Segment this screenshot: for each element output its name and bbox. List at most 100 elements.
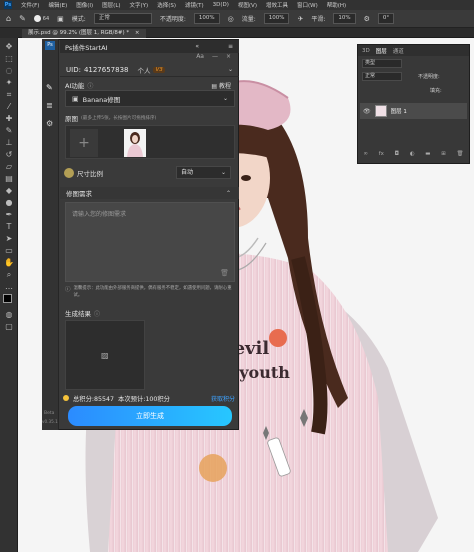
- hand-tool-icon[interactable]: ✋: [4, 258, 14, 268]
- gradient-tool-icon[interactable]: ▤: [4, 174, 14, 184]
- trash-icon[interactable]: 🗑: [220, 269, 229, 277]
- menu-item[interactable]: 文件(F): [21, 1, 39, 9]
- path-select-icon[interactable]: ➤: [4, 234, 14, 244]
- blur-tool-icon[interactable]: ◆: [4, 186, 14, 196]
- tab-layers[interactable]: 图层: [376, 47, 387, 55]
- image-placeholder-icon: ▨: [101, 351, 109, 360]
- function-select[interactable]: ▣ Banana修图 ⌄: [65, 90, 235, 107]
- smoothing-settings-icon[interactable]: ⚙: [364, 15, 370, 23]
- angle-field[interactable]: 0°: [377, 13, 395, 24]
- menu-item[interactable]: 选择(S): [157, 1, 176, 9]
- settings-icon[interactable]: ⚙: [46, 119, 53, 128]
- menu-item[interactable]: 视图(V): [238, 1, 257, 9]
- new-layer-icon[interactable]: ⊞: [441, 151, 446, 161]
- brush-tool-icon-left[interactable]: ✎: [4, 126, 14, 136]
- history-brush-icon[interactable]: ↺: [4, 150, 14, 160]
- airbrush-icon[interactable]: ✈: [297, 15, 303, 23]
- plugin-app-icon[interactable]: Ps: [45, 41, 55, 50]
- link-layers-icon[interactable]: ∞: [363, 151, 368, 161]
- plugin-side-strip: Ps ✎ ≣ ⚙ Beta v0.35.1: [42, 39, 59, 430]
- layers-mode-icon[interactable]: ≣: [46, 101, 53, 110]
- zoom-tool-icon[interactable]: ⌕: [4, 270, 14, 280]
- menu-icon[interactable]: ≡: [228, 43, 233, 50]
- fx-icon[interactable]: fx: [379, 151, 384, 161]
- home-icon[interactable]: ⌂: [6, 14, 11, 23]
- visibility-eye-icon[interactable]: 👁: [363, 108, 371, 115]
- flow-field[interactable]: 100%: [263, 13, 290, 24]
- brush-dot-icon: [33, 15, 41, 22]
- screen-mode-icon[interactable]: ▢: [4, 322, 14, 332]
- stamp-tool-icon[interactable]: ⊥: [4, 138, 14, 148]
- dodge-tool-icon[interactable]: ●: [4, 198, 14, 208]
- quick-mask-icon[interactable]: ◍: [4, 310, 14, 320]
- delete-layer-icon[interactable]: 🗑: [457, 151, 464, 161]
- points-row: 总积分:85547 本次预计:100积分 获取积分: [63, 393, 237, 403]
- lasso-tool-icon[interactable]: ◌: [4, 66, 14, 76]
- menu-item[interactable]: 图层(L): [102, 1, 120, 9]
- pen-tool-icon[interactable]: ✒: [4, 210, 14, 220]
- eyedropper-tool-icon[interactable]: ⁄: [4, 102, 14, 112]
- menu-item[interactable]: 窗口(W): [297, 1, 318, 9]
- brush-settings-icon[interactable]: ▣: [57, 15, 64, 23]
- mask-icon[interactable]: ◘: [395, 151, 399, 161]
- adjustment-icon[interactable]: ◐: [410, 151, 415, 161]
- get-points-link[interactable]: 获取积分: [211, 394, 235, 403]
- more-tools-icon[interactable]: …: [4, 282, 14, 292]
- brush-size-preset[interactable]: 64: [33, 15, 49, 22]
- generate-button[interactable]: 立即生成: [68, 406, 232, 426]
- shape-tool-icon[interactable]: ▭: [4, 246, 14, 256]
- foreground-color-swatch[interactable]: [3, 294, 12, 303]
- kind-label: 类型: [365, 60, 376, 66]
- close-tab-icon[interactable]: ×: [135, 30, 140, 36]
- healing-tool-icon[interactable]: ✚: [4, 114, 14, 124]
- layer-row[interactable]: 👁 图层 1: [360, 103, 467, 119]
- uid-value: 4127657838: [83, 65, 129, 74]
- info-icon[interactable]: ⓘ: [87, 81, 93, 90]
- minimize-icon[interactable]: —: [212, 53, 218, 63]
- tab-3d[interactable]: 3D: [362, 48, 370, 54]
- mode-label: 模式:: [71, 16, 86, 23]
- collapse-icon[interactable]: «: [195, 43, 199, 50]
- tutorial-link[interactable]: ▤ 教程: [211, 81, 231, 90]
- upload-image-button[interactable]: +: [70, 129, 98, 157]
- tab-channels[interactable]: 通道: [393, 47, 404, 55]
- requirement-header[interactable]: 修图需求 ⌃: [60, 187, 239, 199]
- notice-text: 温馨提示：此功能由外部服务商提供，偶有服务不稳定，如遇使用问题，请耐心重试。: [73, 286, 232, 298]
- menu-item[interactable]: 文字(Y): [130, 1, 149, 9]
- menu-item[interactable]: 帮助(H): [327, 1, 346, 9]
- opacity-field[interactable]: 100%: [193, 13, 220, 24]
- move-tool-icon[interactable]: ✥: [4, 42, 14, 52]
- layer-kind-filter[interactable]: 类型: [362, 59, 402, 68]
- eraser-tool-icon[interactable]: ▱: [4, 162, 14, 172]
- account-dropdown-icon[interactable]: ⌄: [228, 66, 233, 73]
- image-edit-icon: ▣: [72, 94, 79, 103]
- ratio-select[interactable]: 自动 ⌄: [176, 166, 231, 179]
- tools-panel: ✥ ⬚ ◌ ✦ ⌗ ⁄ ✚ ✎ ⊥ ↺ ▱ ▤ ◆ ● ✒ T ➤ ▭ ✋ ⌕ …: [0, 38, 18, 552]
- menu-item[interactable]: 编辑(E): [48, 1, 67, 9]
- smooth-field[interactable]: 10%: [333, 13, 356, 24]
- menu-item[interactable]: 增效工具: [266, 1, 288, 9]
- requirement-textarea[interactable]: 请输入您的修图需求 🗑: [65, 202, 235, 282]
- requirement-label: 修图需求: [66, 190, 92, 198]
- document-tab[interactable]: 展示.psd @ 99.2% (图层 1, RGB/8#) * ×: [22, 29, 146, 38]
- group-icon[interactable]: ▬: [425, 151, 430, 161]
- quick-select-tool-icon[interactable]: ✦: [4, 78, 14, 88]
- brush-tool-icon[interactable]: ✎: [19, 14, 26, 23]
- type-tool-icon[interactable]: T: [4, 222, 14, 232]
- photoshop-logo: Ps: [4, 1, 12, 9]
- blend-mode-select[interactable]: 正常: [362, 72, 402, 81]
- menu-item[interactable]: 图像(I): [76, 1, 93, 9]
- result-preview[interactable]: ▨: [65, 320, 145, 390]
- chevron-down-icon: ⌄: [222, 95, 228, 102]
- translate-icon[interactable]: Aa: [196, 53, 204, 63]
- close-icon[interactable]: ×: [226, 53, 231, 63]
- result-info-icon[interactable]: ⓘ: [94, 309, 100, 318]
- brush-mode-icon[interactable]: ✎: [46, 83, 53, 92]
- crop-tool-icon[interactable]: ⌗: [4, 90, 14, 100]
- menu-item[interactable]: 滤镜(T): [185, 1, 204, 9]
- pressure-opacity-icon[interactable]: ◎: [228, 15, 234, 23]
- marquee-tool-icon[interactable]: ⬚: [4, 54, 14, 64]
- mode-select[interactable]: 正常: [93, 13, 152, 24]
- uploaded-thumbnail[interactable]: [124, 129, 146, 157]
- menu-item[interactable]: 3D(D): [213, 2, 229, 8]
